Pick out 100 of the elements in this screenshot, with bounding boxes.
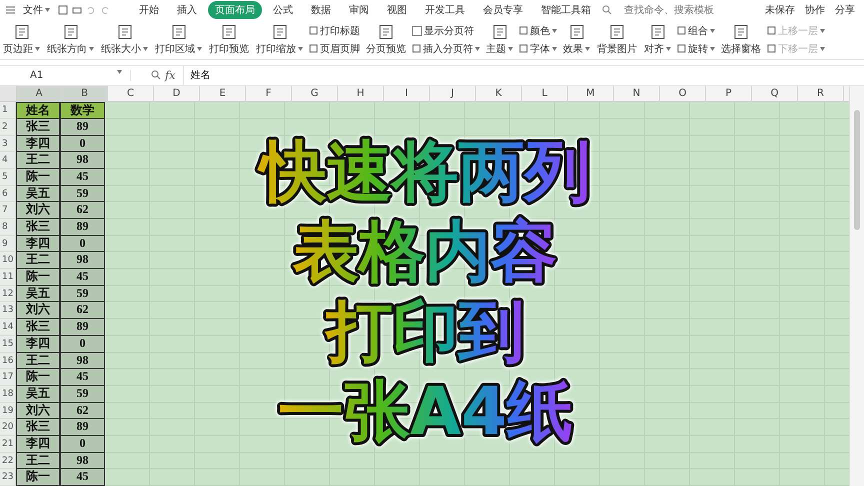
column-header[interactable]: K: [476, 86, 522, 102]
caret-icon: [552, 46, 557, 51]
select-all-corner[interactable]: [0, 86, 17, 102]
column-header[interactable]: F: [246, 86, 292, 102]
row-number[interactable]: 23: [0, 469, 16, 486]
table-cell: 王二: [16, 252, 60, 270]
row-number[interactable]: 17: [0, 369, 16, 386]
zoom-icon[interactable]: [151, 70, 161, 80]
row-number[interactable]: 13: [0, 302, 16, 320]
ribbon-button[interactable]: 字体: [519, 42, 557, 56]
ribbon-button[interactable]: 打印缩放: [255, 24, 304, 56]
name-box[interactable]: A1: [0, 70, 131, 81]
ribbon-button[interactable]: 旋转: [677, 42, 715, 56]
undo-icon[interactable]: [86, 5, 96, 16]
row-number[interactable]: 11: [0, 269, 16, 286]
scrollbar[interactable]: [849, 86, 864, 486]
row-number[interactable]: 7: [0, 202, 16, 220]
column-header[interactable]: [844, 86, 849, 102]
row-number[interactable]: 2: [0, 118, 16, 136]
column-header[interactable]: M: [568, 86, 614, 102]
row-number[interactable]: 16: [0, 352, 16, 370]
ribbon-button[interactable]: 选择窗格: [720, 24, 762, 56]
file-menu[interactable]: 文件: [19, 3, 54, 18]
row-number[interactable]: 8: [0, 219, 16, 236]
column-header[interactable]: D: [154, 86, 200, 102]
ribbon-button[interactable]: 打印标题: [309, 24, 360, 38]
fx-button[interactable]: fx: [165, 68, 176, 82]
search-field[interactable]: 查找命令、搜索模板: [622, 4, 736, 17]
row-number[interactable]: 3: [0, 136, 16, 152]
toolbar-action[interactable]: 未保存: [762, 3, 798, 18]
ribbon-button[interactable]: 效果: [562, 24, 591, 56]
ribbon-button[interactable]: 主题: [485, 24, 514, 56]
ribbon-button[interactable]: 纸张方向: [46, 24, 95, 56]
redo-icon[interactable]: [100, 5, 110, 16]
row-number[interactable]: 20: [0, 419, 16, 436]
row-number[interactable]: 19: [0, 402, 16, 420]
column-header[interactable]: O: [660, 86, 706, 102]
row-number[interactable]: 6: [0, 186, 16, 202]
row-number[interactable]: 15: [0, 336, 16, 353]
column-header[interactable]: P: [706, 86, 752, 102]
row-number[interactable]: 22: [0, 452, 16, 470]
checkbox[interactable]: [412, 26, 422, 36]
row-number[interactable]: 12: [0, 286, 16, 302]
ribbon-button[interactable]: 页边距: [2, 24, 41, 56]
table-cell: 0: [60, 236, 105, 252]
table-cell: 李四: [16, 436, 60, 453]
row-number[interactable]: 21: [0, 436, 16, 453]
table-cell: 李四: [16, 236, 60, 252]
column-header[interactable]: G: [292, 86, 338, 102]
ribbon-button[interactable]: 打印预览: [208, 24, 250, 56]
toolbar-action[interactable]: 分享: [832, 3, 858, 18]
caret-icon: [197, 46, 202, 51]
ribbon-tab[interactable]: 数据: [304, 1, 338, 20]
menu-icon[interactable]: [6, 6, 15, 14]
row-number[interactable]: 5: [0, 168, 16, 186]
ribbon-button[interactable]: 纸张大小: [100, 24, 149, 56]
ribbon-button[interactable]: 插入分页符: [412, 42, 480, 56]
ribbon-button[interactable]: 显示分页符: [412, 24, 480, 38]
column-header[interactable]: E: [200, 86, 246, 102]
column-header[interactable]: I: [384, 86, 430, 102]
column-header[interactable]: J: [430, 86, 476, 102]
ribbon-tab[interactable]: 会员专享: [476, 1, 530, 20]
ribbon-tab[interactable]: 开发工具: [418, 1, 472, 20]
ribbon-tab[interactable]: 开始: [132, 1, 166, 20]
column-header[interactable]: C: [108, 86, 154, 102]
column-header[interactable]: H: [338, 86, 384, 102]
ribbon-tab[interactable]: 智能工具箱: [534, 1, 598, 20]
ribbon-tab[interactable]: 视图: [380, 1, 414, 20]
caret-icon: [143, 46, 148, 51]
column-header[interactable]: Q: [752, 86, 798, 102]
column-header[interactable]: R: [798, 86, 844, 102]
ribbon-tab[interactable]: 插入: [170, 1, 204, 20]
caret-icon: [820, 28, 825, 33]
ribbon-tab[interactable]: 审阅: [342, 1, 376, 20]
ribbon-tab[interactable]: 公式: [266, 1, 300, 20]
row-number[interactable]: 10: [0, 252, 16, 270]
caret-icon: [89, 46, 94, 51]
row-number[interactable]: 1: [0, 102, 16, 119]
column-header[interactable]: N: [614, 86, 660, 102]
ribbon-button[interactable]: 页眉页脚: [309, 42, 360, 56]
column-header[interactable]: L: [522, 86, 568, 102]
table-cell: 89: [60, 319, 105, 336]
column-header[interactable]: B: [62, 86, 108, 102]
ribbon-button[interactable]: 组合: [677, 24, 715, 38]
row-number[interactable]: 18: [0, 386, 16, 403]
toolbar-action[interactable]: 协作: [802, 3, 828, 18]
ribbon-button[interactable]: 打印区域: [154, 24, 203, 56]
ribbon-button[interactable]: 背景图片: [596, 24, 638, 56]
table-cell: 王二: [16, 452, 60, 470]
ribbon-button[interactable]: 颜色: [519, 24, 557, 38]
table-cell: 吴五: [16, 286, 60, 302]
row-number[interactable]: 14: [0, 319, 16, 336]
row-number[interactable]: 4: [0, 152, 16, 169]
table-cell: 刘六: [16, 202, 60, 220]
scrollbar-thumb[interactable]: [854, 110, 860, 230]
ribbon-button[interactable]: 分页预览: [365, 24, 407, 56]
column-header[interactable]: A: [17, 86, 62, 102]
formula-field[interactable]: 姓名: [183, 66, 864, 85]
ribbon-button[interactable]: 对齐: [643, 24, 672, 56]
row-number[interactable]: 9: [0, 236, 16, 252]
